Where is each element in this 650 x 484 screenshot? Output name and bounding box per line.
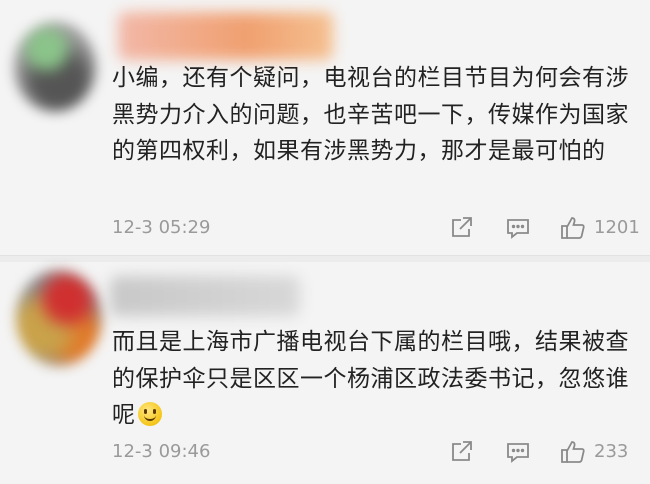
share-icon[interactable] xyxy=(449,216,475,240)
username-obscured[interactable] xyxy=(118,12,333,60)
share-icon[interactable] xyxy=(449,440,475,464)
comment-meta: 12-3 09:46 233 xyxy=(0,437,650,467)
avatar[interactable] xyxy=(16,270,102,366)
reply-icon[interactable] xyxy=(505,440,531,464)
comment-time: 12-3 09:46 xyxy=(112,441,211,462)
comment-time: 12-3 05:29 xyxy=(112,217,211,238)
comment-meta: 12-3 05:29 1201 xyxy=(0,213,650,243)
username-obscured[interactable] xyxy=(110,276,300,316)
smiley-emoji-icon xyxy=(137,402,162,426)
thumbs-up-icon[interactable] xyxy=(560,440,586,464)
comment-body: 而且是上海市广播电视台下属的栏目哦，结果被查的保护伞只是区区一个杨浦区政法委书记… xyxy=(112,329,629,428)
comment-item[interactable]: 而且是上海市广播电视台下属的栏目哦，结果被查的保护伞只是区区一个杨浦区政法委书记… xyxy=(0,262,650,484)
like-count: 233 xyxy=(594,441,629,462)
comment-text: 而且是上海市广播电视台下属的栏目哦，结果被查的保护伞只是区区一个杨浦区政法委书记… xyxy=(112,324,632,434)
like-count: 1201 xyxy=(594,217,640,238)
comment-item[interactable]: 小编，还有个疑问，电视台的栏目节目为何会有涉黑势力介入的问题，也辛苦吧一下，传媒… xyxy=(0,0,650,256)
comment-text: 小编，还有个疑问，电视台的栏目节目为何会有涉黑势力介入的问题，也辛苦吧一下，传媒… xyxy=(112,65,629,164)
avatar[interactable] xyxy=(14,22,96,112)
thumbs-up-icon[interactable] xyxy=(560,216,586,240)
reply-icon[interactable] xyxy=(505,216,531,240)
